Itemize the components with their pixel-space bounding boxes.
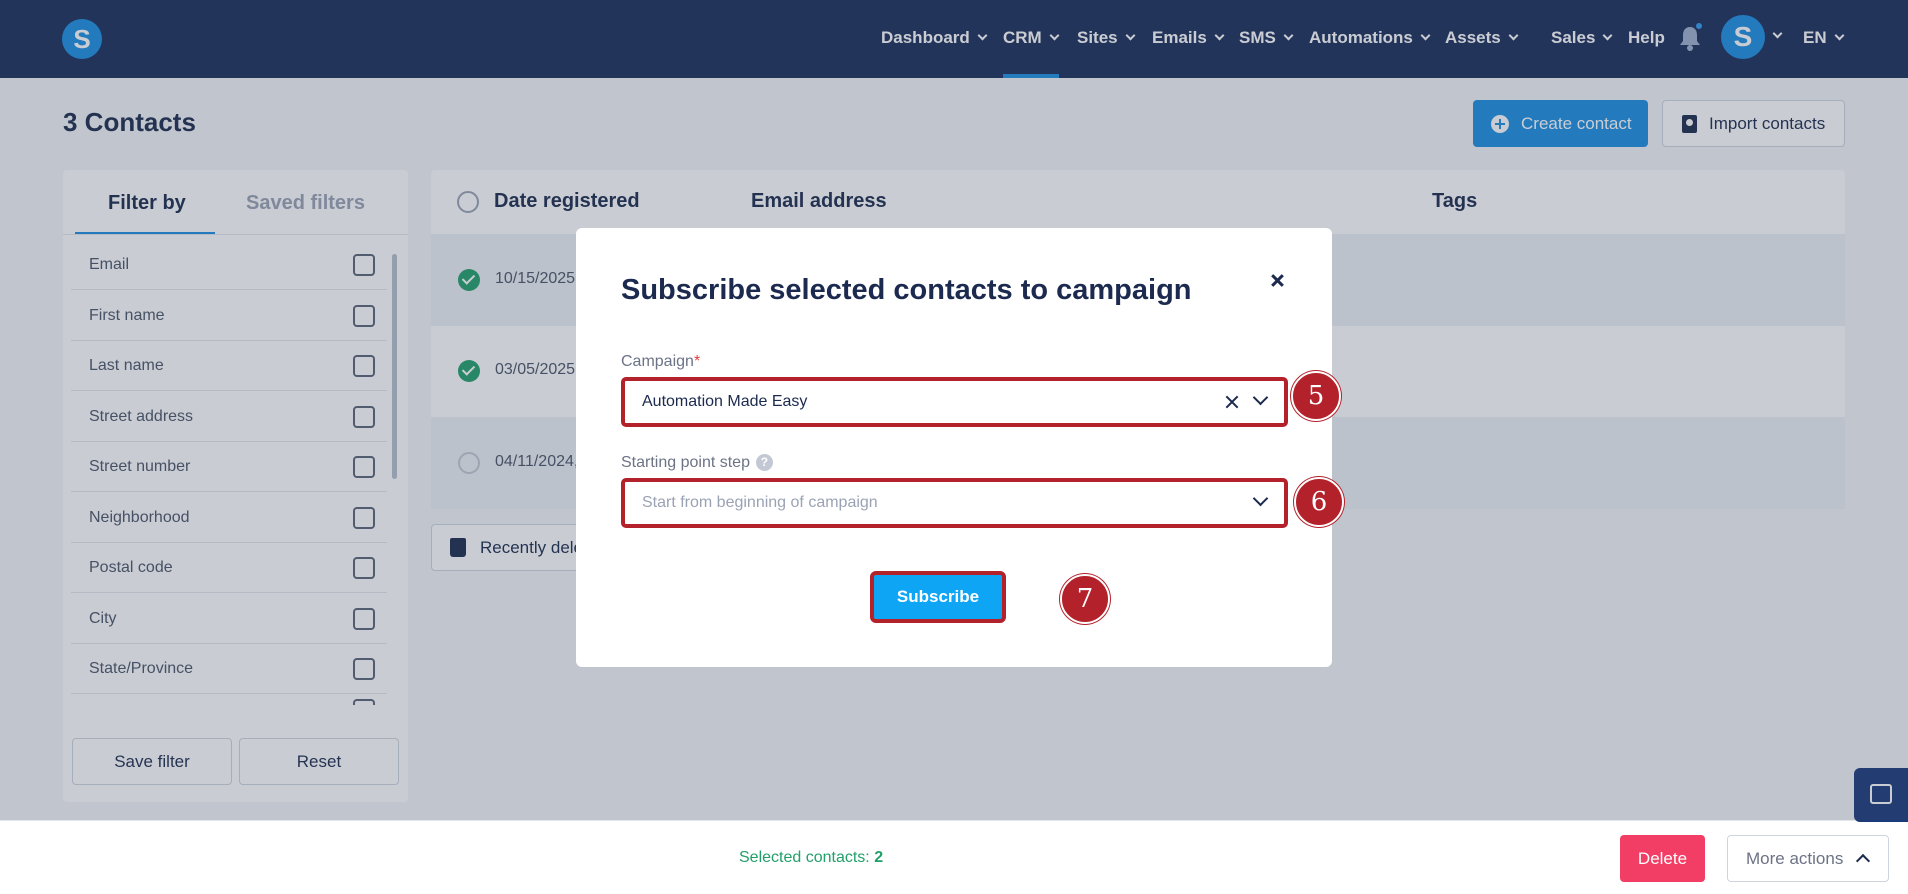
campaign-label-text: Campaign	[621, 353, 694, 370]
step-marker-6: 6	[1294, 477, 1344, 527]
subscribe-button[interactable]: Subscribe	[870, 571, 1006, 623]
delete-button[interactable]: Delete	[1620, 835, 1705, 882]
close-icon[interactable]	[1266, 270, 1288, 292]
subscribe-campaign-modal: Subscribe selected contacts to campaign …	[576, 228, 1332, 667]
starting-step-select[interactable]: Start from beginning of campaign	[621, 478, 1288, 528]
chevron-up-icon	[1855, 853, 1871, 869]
campaign-label: Campaign*	[621, 353, 700, 371]
more-actions-button[interactable]: More actions	[1727, 835, 1889, 882]
selected-count: 2	[874, 849, 884, 866]
required-mark: *	[693, 353, 701, 370]
clear-icon[interactable]	[1224, 394, 1240, 410]
campaign-selected-value: Automation Made Easy	[642, 393, 808, 410]
bulk-action-bar: Selected contacts: 2 Delete More actions	[0, 820, 1908, 894]
chevron-down-icon[interactable]	[1252, 389, 1269, 406]
step-marker-5: 5	[1291, 371, 1341, 421]
selected-label: Selected contacts:	[739, 849, 870, 866]
selected-contacts-count: Selected contacts: 2	[739, 849, 883, 867]
modal-title: Subscribe selected contacts to campaign	[621, 274, 1192, 306]
help-icon[interactable]: ?	[755, 454, 773, 471]
starting-step-label: Starting point step?	[621, 454, 773, 472]
starting-step-label-text: Starting point step	[621, 454, 750, 471]
chevron-down-icon[interactable]	[1252, 490, 1269, 507]
campaign-select[interactable]: Automation Made Easy	[621, 377, 1288, 427]
more-actions-label: More actions	[1746, 849, 1844, 868]
step-marker-7: 7	[1060, 574, 1110, 624]
starting-step-placeholder: Start from beginning of campaign	[642, 494, 878, 511]
